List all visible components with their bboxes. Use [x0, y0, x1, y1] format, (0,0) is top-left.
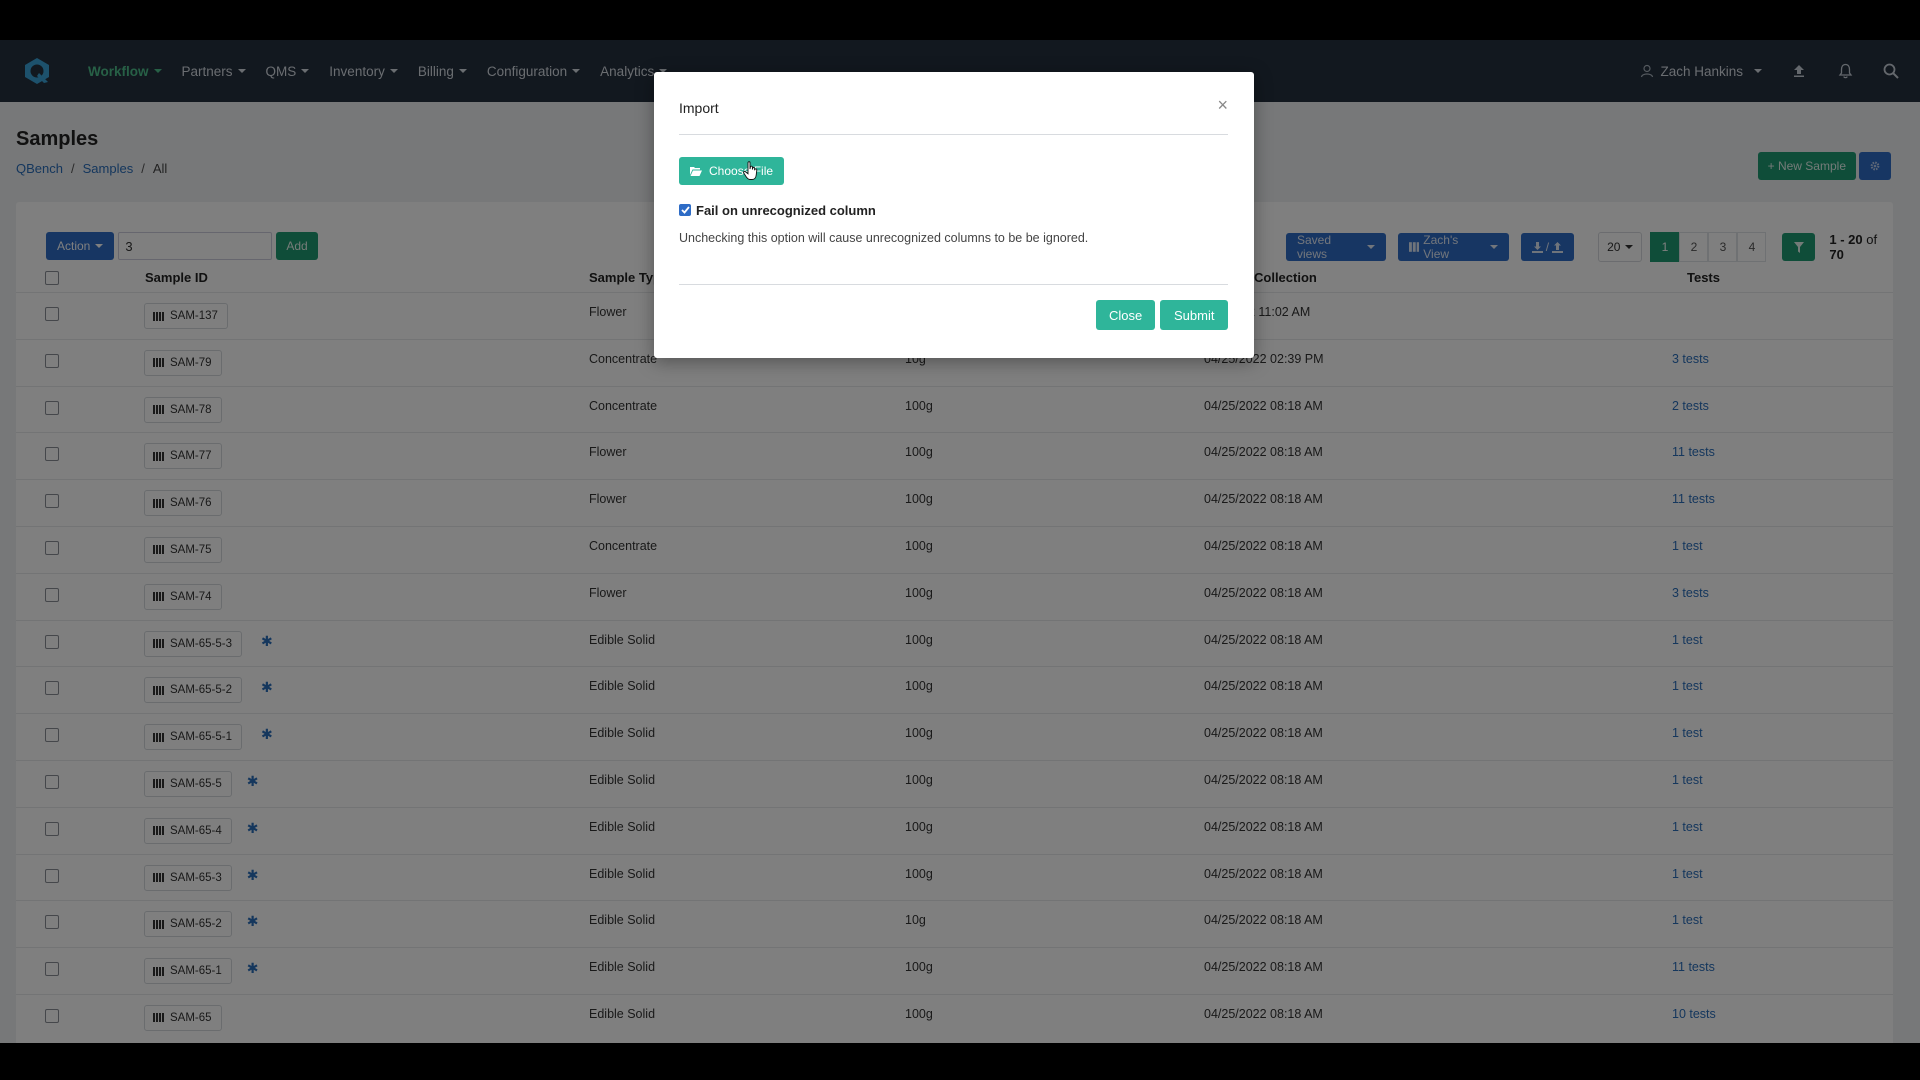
fail-unrecognized-checkbox[interactable]: [679, 204, 691, 216]
fail-unrecognized-label[interactable]: Fail on unrecognized column: [696, 203, 876, 218]
modal-divider: [679, 284, 1228, 285]
modal-title: Import: [679, 100, 719, 116]
close-button[interactable]: Close: [1096, 300, 1156, 330]
choose-file-button[interactable]: Choose File: [679, 157, 785, 185]
check-icon: [680, 206, 690, 214]
submit-button[interactable]: Submit: [1160, 300, 1229, 330]
modal-divider: [679, 134, 1228, 135]
modal-close-icon[interactable]: ×: [1217, 96, 1228, 114]
modal-help-text: Unchecking this option will cause unreco…: [679, 231, 1089, 245]
import-modal: Import × Choose File Fail on unrecognize…: [654, 72, 1254, 358]
hand-cursor-icon: [743, 161, 758, 180]
folder-open-icon: [690, 167, 702, 176]
